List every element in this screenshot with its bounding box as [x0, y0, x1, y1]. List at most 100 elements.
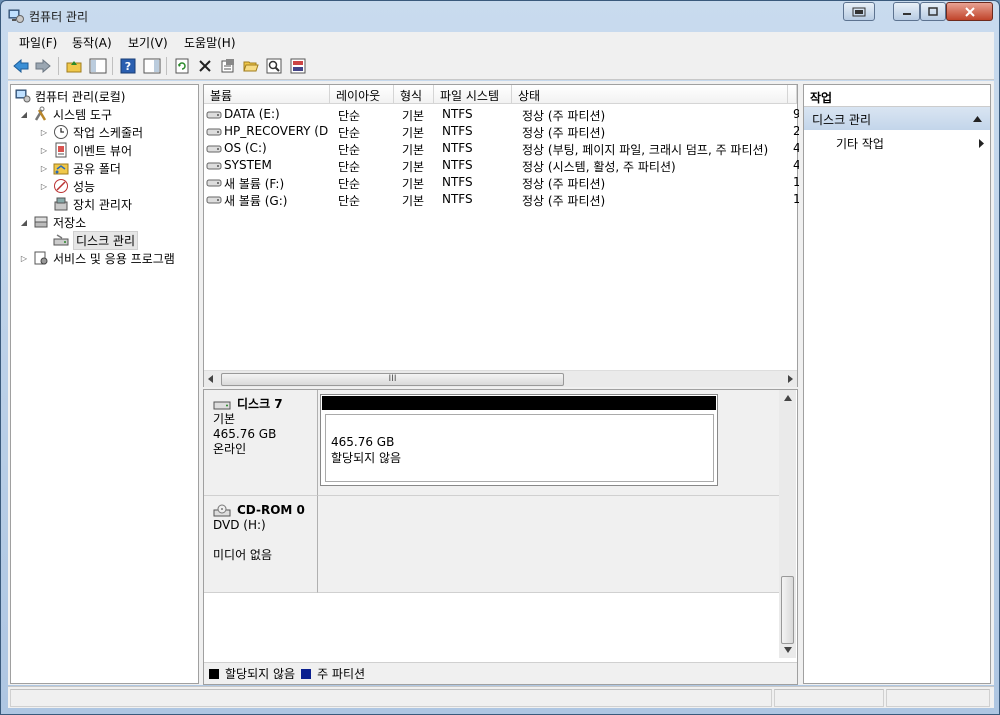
- delete-icon: [199, 60, 211, 72]
- help-switch-button[interactable]: [843, 2, 875, 21]
- tree-node-disk-management[interactable]: 디스크 관리: [53, 230, 139, 250]
- console-tree: 컴퓨터 관리(로컬) ◢ 시스템 도구 ▷ 작업 스케줄러 ▷ 이벤트 뷰어 ▷…: [10, 84, 199, 684]
- tree-node-system-tools[interactable]: ◢ 시스템 도구: [19, 105, 112, 123]
- collapse-arrow-icon[interactable]: ◢: [19, 110, 29, 119]
- expand-arrow-icon[interactable]: ▷: [39, 128, 49, 137]
- expand-arrow-icon[interactable]: ▷: [39, 146, 49, 155]
- open-button[interactable]: [241, 56, 261, 76]
- unallocated-swatch: [209, 668, 219, 679]
- column-header-volume[interactable]: 볼륨: [204, 85, 330, 104]
- volume-name: 새 볼륨 (G:): [224, 194, 288, 208]
- tree-node-event-viewer[interactable]: ▷ 이벤트 뷰어: [39, 141, 132, 159]
- volume-name: OS (C:): [224, 141, 267, 155]
- volume-type: 기본: [402, 177, 425, 191]
- tools-icon: [34, 106, 47, 121]
- back-button[interactable]: [11, 56, 31, 76]
- column-header-type[interactable]: 형식: [394, 85, 434, 104]
- scroll-left-icon[interactable]: [208, 375, 214, 383]
- vertical-scrollbar[interactable]: [779, 390, 796, 658]
- volume-row[interactable]: 새 볼륨 (G:) 단순 기본 NTFS 정상 (주 파티션) 1: [204, 191, 799, 208]
- show-hide-action-pane-button[interactable]: [142, 56, 162, 76]
- window-title: 컴퓨터 관리: [29, 10, 89, 24]
- horizontal-scrollbar[interactable]: III: [204, 370, 797, 387]
- more-actions-item[interactable]: 기타 작업: [804, 133, 990, 153]
- column-header-layout[interactable]: 레이아웃: [330, 85, 394, 104]
- tree-node-storage[interactable]: ◢ 저장소: [19, 213, 86, 231]
- volume-layout: 단순: [338, 194, 361, 208]
- up-folder-button[interactable]: [64, 56, 84, 76]
- tree-node-shared-folders[interactable]: ▷ 공유 폴더: [39, 159, 121, 177]
- forward-button[interactable]: [33, 56, 53, 76]
- help-button[interactable]: ?: [118, 56, 138, 76]
- collapse-up-icon[interactable]: [973, 116, 982, 122]
- volume-name: SYSTEM: [224, 158, 272, 172]
- expand-arrow-icon[interactable]: ▷: [19, 254, 29, 263]
- console-tree-icon: [89, 58, 107, 74]
- status-segment: [10, 689, 772, 707]
- volume-list: 볼륨 레이아웃 형식 파일 시스템 상태 DATA (E:) 단순 기본 NTFS 정상…: [203, 84, 799, 387]
- partition-size: 465.76 GB: [331, 435, 395, 449]
- maximize-button[interactable]: [920, 2, 946, 21]
- window-switch-icon: [852, 7, 866, 17]
- forward-arrow-icon: [35, 59, 51, 73]
- column-header-status[interactable]: 상태: [512, 85, 788, 104]
- hard-disk-icon: [213, 401, 231, 409]
- properties-button[interactable]: [218, 56, 238, 76]
- minimize-button[interactable]: [893, 2, 920, 21]
- help-icon: ?: [120, 58, 136, 74]
- volume-status: 정상 (주 파티션): [522, 177, 606, 191]
- scroll-down-icon[interactable]: [784, 647, 792, 653]
- refresh-button[interactable]: [172, 56, 192, 76]
- unallocated-partition[interactable]: 465.76 GB 할당되지 않음: [320, 394, 718, 486]
- volume-name: DATA (E:): [224, 107, 280, 121]
- folder-up-icon: [66, 61, 82, 73]
- clock-icon: [54, 125, 68, 139]
- partition-info: 465.76 GB 할당되지 않음: [325, 414, 714, 482]
- collapse-arrow-icon[interactable]: ◢: [19, 218, 29, 227]
- disk-properties-button[interactable]: [288, 56, 308, 76]
- menu-action[interactable]: 동작(A): [72, 34, 112, 51]
- menu-file[interactable]: 파일(F): [19, 34, 57, 51]
- disk-7-label[interactable]: 디스크 7 기본 465.76 GB 온라인: [204, 390, 318, 496]
- volume-status: 정상 (주 파티션): [522, 194, 606, 208]
- volume-row[interactable]: HP_RECOVERY (D:) 단순 기본 NTFS 정상 (주 파티션) 2: [204, 123, 799, 140]
- device-manager-icon: [54, 197, 68, 211]
- tree-node-performance[interactable]: ▷ 성능: [39, 177, 95, 195]
- cdrom-0-label[interactable]: CD-ROM 0 DVD (H:) 미디어 없음: [204, 496, 318, 593]
- actions-title: 작업: [804, 85, 990, 107]
- volume-type: 기본: [402, 143, 425, 157]
- expand-arrow-icon[interactable]: ▷: [39, 182, 49, 191]
- scroll-right-icon[interactable]: [787, 375, 793, 383]
- tree-node-device-manager[interactable]: 장치 관리자: [53, 195, 132, 213]
- primary-swatch: [301, 668, 312, 679]
- volume-drive-icon: [206, 196, 222, 204]
- tree-node-services-apps[interactable]: ▷ 서비스 및 응용 프로그램: [19, 249, 175, 267]
- column-header-filesystem[interactable]: 파일 시스템: [434, 85, 512, 104]
- volume-name: 새 볼륨 (F:): [224, 177, 285, 191]
- cdrom-media: 미디어 없음: [213, 548, 273, 562]
- close-button[interactable]: [946, 2, 993, 21]
- show-hide-tree-button[interactable]: [88, 56, 108, 76]
- delete-button[interactable]: [195, 56, 215, 76]
- tree-node-task-scheduler[interactable]: ▷ 작업 스케줄러: [39, 123, 143, 141]
- menu-help[interactable]: 도움말(H): [184, 34, 236, 51]
- volume-type: 기본: [402, 160, 425, 174]
- volume-capacity-partial: 4: [793, 158, 799, 172]
- expand-arrow-icon[interactable]: ▷: [39, 164, 49, 173]
- volume-status: 정상 (주 파티션): [522, 109, 606, 123]
- volume-row[interactable]: 새 볼륨 (F:) 단순 기본 NTFS 정상 (주 파티션) 1: [204, 174, 799, 191]
- search-button[interactable]: [264, 56, 284, 76]
- disk-state: 온라인: [213, 442, 247, 456]
- volume-filesystem: NTFS: [442, 175, 473, 189]
- tree-label: 컴퓨터 관리(로컬): [35, 89, 126, 104]
- scroll-thumb[interactable]: III: [221, 373, 564, 386]
- volume-row[interactable]: OS (C:) 단순 기본 NTFS 정상 (부팅, 페이지 파일, 크래시 덤프, 주…: [204, 140, 799, 157]
- volume-row[interactable]: SYSTEM 단순 기본 NTFS 정상 (시스템, 활성, 주 파티션) 4: [204, 157, 799, 174]
- volume-row[interactable]: DATA (E:) 단순 기본 NTFS 정상 (주 파티션) 9: [204, 106, 799, 123]
- scroll-thumb[interactable]: [781, 576, 794, 644]
- actions-section-disk-management[interactable]: 디스크 관리: [804, 107, 990, 130]
- title-bar[interactable]: 컴퓨터 관리: [1, 1, 999, 31]
- menu-view[interactable]: 보기(V): [128, 34, 168, 51]
- scroll-up-icon[interactable]: [784, 395, 792, 401]
- tree-node-root[interactable]: 컴퓨터 관리(로컬): [15, 87, 125, 105]
